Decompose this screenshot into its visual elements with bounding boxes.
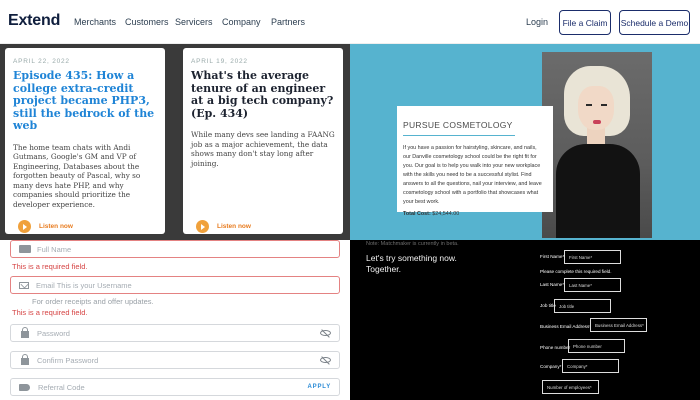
title-divider (403, 135, 515, 136)
site-header: Extend Merchants Customers Servicers Com… (0, 0, 700, 44)
business-email-input[interactable]: Business Email Address* (590, 318, 647, 332)
password-field[interactable]: Password (10, 324, 340, 342)
model-photo (542, 52, 652, 238)
listen-now-button[interactable]: Listen now (196, 220, 251, 233)
nav-company[interactable]: Company (222, 17, 261, 27)
logo[interactable]: Extend (8, 12, 60, 30)
lock-icon (21, 327, 29, 338)
total-cost-label: Total Cost: (403, 211, 431, 217)
tag-icon (19, 383, 30, 391)
hide-password-icon[interactable] (320, 357, 331, 363)
episode-date: APRIL 19, 2022 (191, 58, 248, 65)
password-placeholder: Password (37, 328, 70, 338)
referral-code-field[interactable]: Referral Code APPLY (10, 378, 340, 396)
email-placeholder: Email This is your Username (36, 280, 132, 290)
episode-description: While many devs see landing a FAANG job … (191, 130, 335, 168)
beta-note: Note: Matchmaker is currently in beta. (366, 241, 459, 247)
login-link[interactable]: Login (526, 17, 548, 27)
confirm-password-placeholder: Confirm Password (37, 355, 99, 365)
listen-now-label: Listen now (217, 223, 251, 230)
first-name-error: Please complete this required field. (540, 269, 612, 274)
first-name-label: First Name* (540, 254, 565, 259)
episode-description: The home team chats with Andi Gutmans, G… (13, 142, 141, 210)
episode-title[interactable]: What's the average tenure of an engineer… (191, 69, 335, 120)
id-card-icon (19, 245, 31, 253)
cosmetology-banner: PURSUE COSMETOLOGY If you have a passion… (350, 44, 700, 240)
headline-line-1: Let's try something now. (366, 253, 457, 263)
job-title-input[interactable]: Job title (554, 299, 611, 313)
phone-label: Phone number (540, 345, 571, 350)
email-hint: For order receipts and offer updates. (32, 297, 154, 306)
full-name-error: This is a required field. (12, 262, 88, 271)
podcast-panel: APRIL 22, 2022 Episode 435: How a colleg… (0, 44, 350, 240)
hide-password-icon[interactable] (320, 330, 331, 336)
listen-now-label: Listen now (39, 223, 73, 230)
nav-merchants[interactable]: Merchants (74, 17, 116, 27)
first-name-input[interactable]: First Name* (564, 250, 621, 264)
company-label: Company* (540, 364, 562, 369)
confirm-password-field[interactable]: Confirm Password (10, 351, 340, 369)
referral-code-placeholder: Referral Code (38, 382, 85, 392)
email-field[interactable]: Email This is your Username (10, 276, 340, 294)
episode-date: APRIL 22, 2022 (13, 58, 70, 65)
podcast-card[interactable]: APRIL 22, 2022 Episode 435: How a colleg… (5, 48, 165, 234)
total-cost-value: $24,544.00 (432, 211, 460, 217)
business-email-label: Business Email Address* (540, 324, 592, 329)
cosmetology-title: PURSUE COSMETOLOGY (403, 120, 513, 130)
nav-partners[interactable]: Partners (271, 17, 305, 27)
total-cost: Total Cost: $24,544.00 (403, 211, 545, 217)
company-input[interactable]: Company* (562, 359, 619, 373)
nav-customers[interactable]: Customers (125, 17, 169, 27)
signup-form: Full Name This is a required field. Emai… (0, 240, 350, 400)
listen-now-button[interactable]: Listen now (18, 220, 73, 233)
headline-line-2: Together. (366, 264, 401, 274)
episode-title[interactable]: Episode 435: How a college extra-credit … (13, 69, 157, 133)
contact-form-panel: Note: Matchmaker is currently in beta. L… (350, 240, 700, 400)
cosmetology-info-box: PURSUE COSMETOLOGY If you have a passion… (397, 106, 553, 217)
employees-select[interactable]: Number of employees* (542, 380, 599, 394)
last-name-label: Last Name* (540, 282, 565, 287)
podcast-card[interactable]: APRIL 19, 2022 What's the average tenure… (183, 48, 343, 234)
nav-servicers[interactable]: Servicers (175, 17, 213, 27)
file-claim-button[interactable]: File a Claim (559, 10, 611, 35)
cosmetology-description: If you have a passion for hairstyling, s… (403, 145, 542, 205)
play-icon (196, 220, 209, 233)
full-name-placeholder: Full Name (37, 244, 72, 254)
phone-input[interactable]: Phone number (568, 339, 625, 353)
form-headline: Let's try something now. Together. (366, 253, 457, 275)
email-error: This is a required field. (12, 308, 88, 317)
play-icon (18, 220, 31, 233)
full-name-field[interactable]: Full Name (10, 240, 340, 258)
schedule-demo-button[interactable]: Schedule a Demo (619, 10, 690, 35)
last-name-input[interactable]: Last Name* (564, 278, 621, 292)
apply-button[interactable]: APPLY (308, 384, 331, 390)
lock-icon (21, 354, 29, 365)
envelope-icon (19, 281, 29, 289)
